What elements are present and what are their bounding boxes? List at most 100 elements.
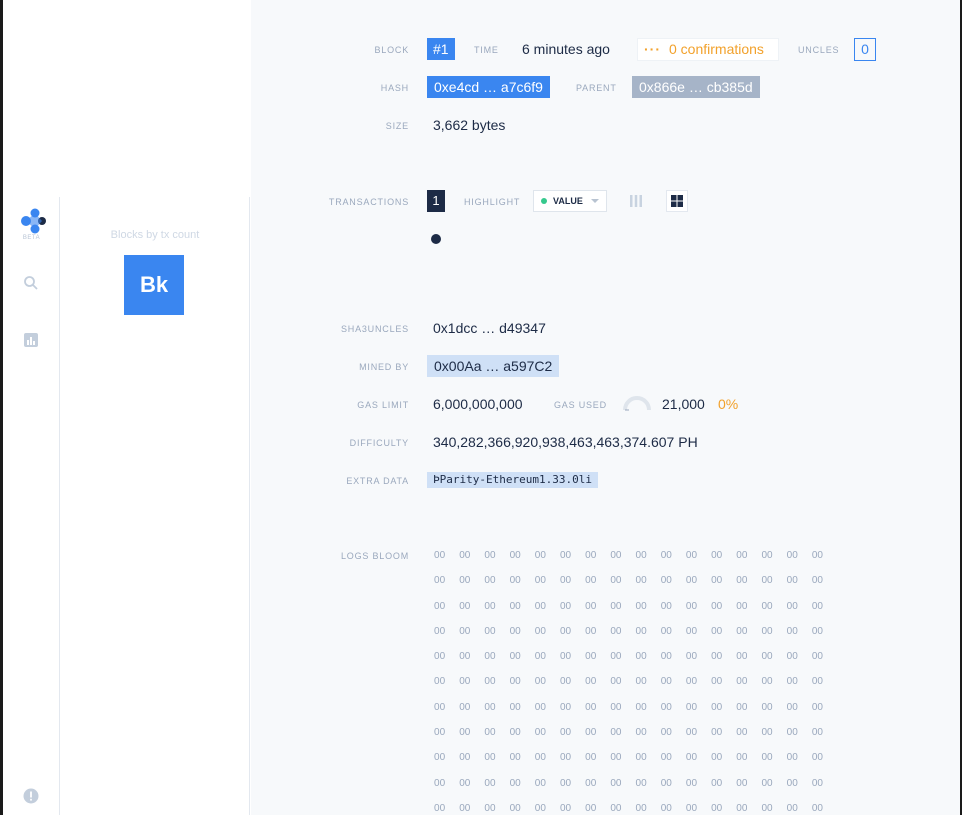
logs-bloom-cell: 00 — [811, 600, 823, 612]
logs-bloom-cell: 00 — [786, 651, 798, 663]
parent-hash[interactable]: 0x866e … cb385d — [632, 76, 760, 98]
logs-bloom-cell: 00 — [509, 575, 521, 587]
gas-limit-label: GAS LIMIT — [357, 400, 409, 410]
transactions-label: TRANSACTIONS — [328, 197, 409, 207]
block-hash[interactable]: 0xe4cd … a7c6f9 — [427, 76, 550, 98]
logs-bloom-cell: 00 — [459, 676, 471, 688]
logs-bloom-cell: 00 — [635, 575, 647, 587]
logs-bloom-cell: 00 — [434, 802, 446, 814]
logs-bloom-cell: 00 — [509, 651, 521, 663]
logs-bloom-cell: 00 — [434, 752, 446, 764]
gas-limit-value: 6,000,000,000 — [433, 396, 523, 412]
logs-bloom-cell: 00 — [635, 651, 647, 663]
logs-bloom-cell: 00 — [761, 651, 773, 663]
logs-bloom-cell: 00 — [660, 651, 672, 663]
logs-bloom-cell: 00 — [736, 727, 748, 739]
logs-bloom-cell: 00 — [761, 600, 773, 612]
logs-bloom-cell: 00 — [509, 676, 521, 688]
logs-bloom-cell: 00 — [786, 802, 798, 814]
logs-bloom-row: 00 00 00 00 00 00 00 00 00 00 00 00 00 00 00 00 — [427, 798, 847, 815]
logs-bloom-cell: 00 — [585, 676, 597, 688]
transaction-dot[interactable] — [431, 234, 441, 244]
logs-bloom-row: 00 00 00 00 00 00 00 00 00 00 00 00 00 00 00 00 — [427, 747, 847, 772]
logs-bloom-cell: 00 — [610, 651, 622, 663]
logs-bloom-cell: 00 — [509, 802, 521, 814]
logs-bloom-cell: 00 — [585, 550, 597, 561]
sha3uncles-label: SHA3UNCLES — [340, 324, 409, 334]
logs-bloom-cell: 00 — [635, 701, 647, 713]
difficulty-label: DIFFICULTY — [349, 438, 409, 448]
logs-bloom-cell: 00 — [660, 752, 672, 764]
info-icon[interactable] — [22, 787, 40, 805]
logs-bloom-cell: 00 — [786, 676, 798, 688]
logs-bloom-cell: 00 — [660, 727, 672, 739]
logs-bloom-cell: 00 — [534, 676, 546, 688]
logs-bloom-cell: 00 — [660, 777, 672, 789]
difficulty-value: 340,282,366,920,938,463,463,374.607 PH — [433, 434, 698, 450]
logs-bloom-cell: 00 — [459, 550, 471, 561]
logs-bloom-cell: 00 — [434, 701, 446, 713]
search-icon[interactable] — [22, 274, 40, 292]
logs-bloom-cell: 00 — [811, 777, 823, 789]
logs-bloom-cell: 00 — [660, 575, 672, 587]
logs-bloom-row: 00 00 00 00 00 00 00 00 00 00 00 00 00 00 00 00 — [427, 722, 847, 747]
logs-bloom-cell: 00 — [534, 752, 546, 764]
stats-icon[interactable] — [22, 331, 40, 349]
logs-bloom-cell: 00 — [660, 802, 672, 814]
logs-bloom-cell: 00 — [484, 550, 496, 561]
logs-bloom-cell: 00 — [761, 802, 773, 814]
logs-bloom-cell: 00 — [761, 727, 773, 739]
logs-bloom-cell: 00 — [585, 802, 597, 814]
highlight-select[interactable]: VALUE — [533, 190, 607, 212]
logs-bloom-cell: 00 — [509, 727, 521, 739]
logs-bloom-label: LOGS BLOOM — [340, 551, 409, 561]
logs-bloom-cell: 00 — [434, 575, 446, 587]
logs-bloom-cell: 00 — [685, 802, 698, 814]
logs-bloom-cell: 00 — [685, 727, 698, 739]
logs-bloom-cell: 00 — [559, 676, 572, 688]
logs-bloom-cell: 00 — [459, 777, 471, 789]
logs-bloom-cell: 00 — [559, 651, 572, 663]
logs-bloom-cell: 00 — [761, 777, 773, 789]
logs-bloom-cell: 00 — [509, 550, 521, 561]
mined-by-label: MINED BY — [359, 362, 409, 372]
view-columns-button[interactable] — [625, 190, 647, 212]
confirmations-text: 0 confirmations — [669, 41, 764, 57]
logs-bloom-cell: 00 — [660, 701, 672, 713]
logs-bloom-cell: 00 — [635, 727, 647, 739]
logo-icon[interactable] — [18, 207, 46, 235]
logs-bloom-cell: 00 — [711, 802, 723, 814]
beta-label: BETA — [22, 235, 41, 241]
view-grid-button[interactable] — [666, 190, 688, 212]
logs-bloom-cell: 00 — [811, 651, 823, 663]
gas-used-percent: 0% — [718, 396, 739, 412]
logs-bloom-cell: 00 — [711, 777, 723, 789]
logs-bloom-cell: 00 — [534, 625, 546, 637]
transactions-count: 1 — [427, 190, 445, 212]
logs-bloom-cell: 00 — [786, 575, 798, 587]
logs-bloom-cell: 00 — [534, 777, 546, 789]
logs-bloom-cell: 00 — [484, 752, 496, 764]
logs-bloom-cell: 00 — [610, 625, 622, 637]
logs-bloom-cell: 00 — [685, 550, 698, 561]
logs-bloom-cell: 00 — [509, 701, 521, 713]
block-label: BLOCK — [374, 45, 409, 55]
logs-bloom-cell: 00 — [635, 752, 647, 764]
extra-data-label: EXTRA DATA — [346, 476, 409, 486]
logs-bloom-cell: 00 — [484, 727, 496, 739]
logs-bloom-cell: 00 — [761, 625, 773, 637]
logs-bloom-cell: 00 — [559, 625, 572, 637]
miner-address[interactable]: 0x00Aa … a597C2 — [427, 355, 560, 377]
logs-bloom-cell: 00 — [811, 625, 823, 637]
logs-bloom-cell: 00 — [459, 701, 471, 713]
logs-bloom-cell: 00 — [585, 777, 597, 789]
logs-bloom-cell: 00 — [711, 625, 723, 637]
logs-bloom-cell: 00 — [811, 676, 823, 688]
logs-bloom-cell: 00 — [736, 625, 748, 637]
logs-bloom-cell: 00 — [660, 550, 672, 561]
uncles-count[interactable]: 0 — [854, 38, 876, 61]
logs-bloom-cell: 00 — [610, 727, 622, 739]
block-tile[interactable]: Bk — [124, 255, 184, 315]
logs-bloom-cell: 00 — [660, 676, 672, 688]
chevron-down-icon — [591, 199, 599, 203]
